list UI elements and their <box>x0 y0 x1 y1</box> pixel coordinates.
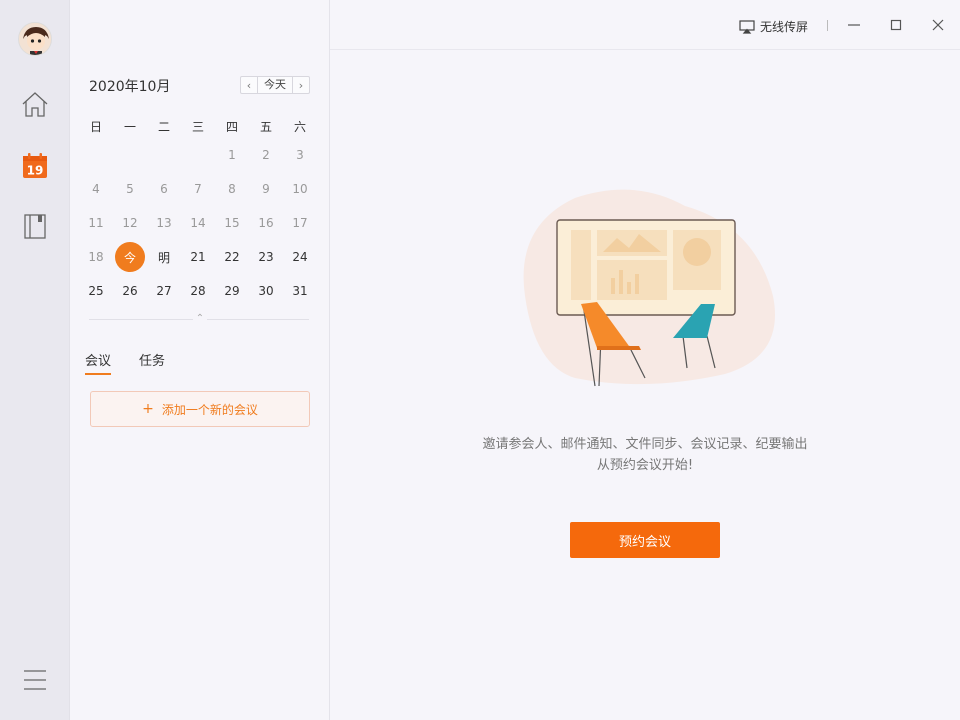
calendar-day[interactable]: 21 <box>181 242 215 272</box>
calendar-nav: ‹ 今天 › <box>240 76 310 94</box>
calendar-day[interactable]: 7 <box>181 174 215 204</box>
meeting-illustration <box>515 186 777 392</box>
calendar-week: 18 今 明 21 22 23 24 <box>79 240 317 274</box>
calendar-day[interactable]: 16 <box>249 208 283 238</box>
calendar-day-tomorrow[interactable]: 明 <box>147 242 181 272</box>
notebook-icon[interactable] <box>21 212 49 240</box>
calendar-day <box>113 140 147 170</box>
wireless-cast-button[interactable]: 无线传屏 <box>739 18 808 35</box>
calendar-week: 4 5 6 7 8 9 10 <box>79 172 317 206</box>
calendar-day[interactable]: 26 <box>113 276 147 306</box>
titlebar-separator <box>827 20 828 31</box>
tab-meetings[interactable]: 会议 <box>85 350 112 375</box>
calendar-day[interactable]: 30 <box>249 276 283 306</box>
calendar-day[interactable]: 2 <box>249 140 283 170</box>
calendar-day <box>181 140 215 170</box>
calendar-day[interactable]: 27 <box>147 276 181 306</box>
calendar-week: 25 26 27 28 29 30 31 <box>79 274 317 308</box>
calendar-day[interactable]: 29 <box>215 276 249 306</box>
sidebar-rail: 19 <box>0 0 70 720</box>
weekday-label: 二 <box>157 120 170 134</box>
maximize-icon[interactable] <box>886 15 906 35</box>
weekday-label: 六 <box>293 120 306 134</box>
weekday-label: 日 <box>89 120 102 134</box>
calendar-day[interactable]: 6 <box>147 174 181 204</box>
calendar-day[interactable]: 11 <box>79 208 113 238</box>
minimize-icon[interactable] <box>844 15 864 35</box>
close-icon[interactable] <box>928 15 948 35</box>
plus-icon: + <box>142 401 154 417</box>
calendar-day[interactable]: 15 <box>215 208 249 238</box>
collapse-caret-icon[interactable]: ⌃ <box>193 313 207 324</box>
home-icon[interactable] <box>21 90 49 118</box>
calendar-grid: 1 2 3 4 5 6 7 8 9 10 11 12 13 14 15 16 1… <box>79 138 317 308</box>
calendar-day[interactable]: 10 <box>283 174 317 204</box>
prev-month-icon[interactable]: ‹ <box>241 77 257 93</box>
calendar-day[interactable]: 13 <box>147 208 181 238</box>
calendar-icon[interactable]: 19 <box>21 152 49 180</box>
calendar-day[interactable]: 18 <box>79 242 113 272</box>
calendar-day <box>147 140 181 170</box>
calendar-day[interactable]: 8 <box>215 174 249 204</box>
empty-state-text: 邀请参会人、邮件通知、文件同步、会议记录、纪要输出 从预约会议开始! <box>330 434 960 476</box>
month-title: 2020年10月 <box>89 79 171 95</box>
empty-state-line-1: 邀请参会人、邮件通知、文件同步、会议记录、纪要输出 <box>482 437 808 452</box>
add-meeting-button[interactable]: + 添加一个新的会议 <box>90 391 310 427</box>
user-avatar[interactable] <box>18 22 52 56</box>
panel-tabs: 会议 任务 <box>85 350 165 375</box>
calendar-day[interactable]: 12 <box>113 208 147 238</box>
calendar-day[interactable]: 4 <box>79 174 113 204</box>
calendar-day[interactable]: 22 <box>215 242 249 272</box>
cast-icon <box>739 19 755 34</box>
wireless-cast-label: 无线传屏 <box>759 20 808 34</box>
tab-tasks[interactable]: 任务 <box>139 350 165 375</box>
calendar-day[interactable]: 31 <box>283 276 317 306</box>
calendar-day[interactable]: 25 <box>79 276 113 306</box>
weekday-label: 五 <box>259 120 272 134</box>
weekday-label: 一 <box>123 120 136 134</box>
calendar-day <box>79 140 113 170</box>
weekday-header: 日 一 二 三 四 五 六 <box>79 118 317 135</box>
calendar-day[interactable]: 9 <box>249 174 283 204</box>
next-month-icon[interactable]: › <box>293 77 309 93</box>
hamburger-menu-icon[interactable] <box>21 666 49 694</box>
calendar-day[interactable]: 24 <box>283 242 317 272</box>
calendar-day[interactable]: 1 <box>215 140 249 170</box>
calendar-day-today[interactable]: 今 <box>115 242 145 272</box>
add-meeting-label: 添加一个新的会议 <box>161 402 258 417</box>
calendar-day[interactable]: 23 <box>249 242 283 272</box>
weekday-label: 四 <box>225 120 238 134</box>
calendar-day[interactable]: 17 <box>283 208 317 238</box>
calendar-badge-text: 19 <box>27 164 44 178</box>
book-meeting-button[interactable]: 预约会议 <box>570 522 720 558</box>
weekday-label: 三 <box>191 120 204 134</box>
today-button[interactable]: 今天 <box>257 77 293 93</box>
calendar-panel: 2020年10月 ‹ 今天 › 日 一 二 三 四 五 六 1 2 3 4 5 … <box>70 0 330 720</box>
calendar-week: 11 12 13 14 15 16 17 <box>79 206 317 240</box>
calendar-day[interactable]: 28 <box>181 276 215 306</box>
calendar-day[interactable]: 3 <box>283 140 317 170</box>
calendar-day[interactable]: 14 <box>181 208 215 238</box>
calendar-week: 1 2 3 <box>79 138 317 172</box>
empty-state-line-2: 从预约会议开始! <box>596 458 694 473</box>
calendar-day[interactable]: 5 <box>113 174 147 204</box>
title-bar: 无线传屏 <box>330 0 960 50</box>
